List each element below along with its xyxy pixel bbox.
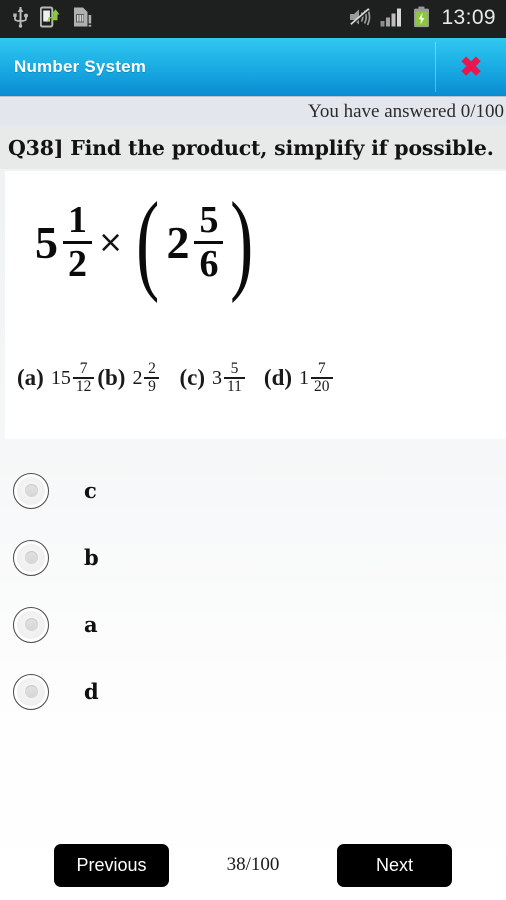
choice-c-numerator: 5 <box>230 360 239 377</box>
choice-a-whole: 15 <box>50 366 71 389</box>
radio-dot-3 <box>24 618 38 631</box>
close-button[interactable]: ✖ <box>436 38 506 96</box>
answer-choice-a: (a) 15 7 12 <box>17 360 95 395</box>
option-row-2[interactable]: b <box>0 524 506 591</box>
right-numerator: 5 <box>199 199 219 242</box>
status-bar: 13:09 <box>0 0 506 38</box>
radio-button-1[interactable] <box>13 472 49 509</box>
choice-c-whole: 3 <box>211 366 222 389</box>
choice-c-denominator: 11 <box>226 377 242 395</box>
choice-c-tag: (c) <box>179 365 205 391</box>
choice-b-value: 2 2 9 <box>132 360 160 395</box>
previous-button[interactable]: Previous <box>54 843 169 887</box>
status-bar-right-icons: 13:09 <box>349 6 496 33</box>
choice-b-denominator: 9 <box>148 377 156 395</box>
question-stem-text: Q38] Find the product, simplify if possi… <box>8 136 494 160</box>
radio-dot-2 <box>24 551 38 564</box>
status-bar-left-icons <box>12 6 92 33</box>
choice-a-fraction: 7 12 <box>72 360 95 395</box>
status-bar-clock: 13:09 <box>441 6 496 29</box>
choice-b-tag: (b) <box>97 365 126 391</box>
choice-c-value: 3 5 11 <box>211 360 245 395</box>
left-numerator: 1 <box>68 199 87 242</box>
answer-choice-b: (b) 2 2 9 <box>97 360 160 395</box>
choice-b-fraction: 2 9 <box>144 360 160 395</box>
answered-count-text: You have answered 0/100 <box>308 100 504 122</box>
left-fraction: 1 2 <box>63 201 92 284</box>
page-title: Number System <box>14 57 147 76</box>
right-whole-number: 2 <box>166 216 190 268</box>
option-label-4: d <box>84 679 99 704</box>
option-label-1: c <box>84 478 97 503</box>
radio-button-2[interactable] <box>13 539 49 576</box>
radio-button-3[interactable] <box>13 606 49 643</box>
choice-d-numerator: 7 <box>317 360 326 377</box>
choice-a-value: 15 7 12 <box>50 360 95 395</box>
bottom-navigation-bar: Previous 38/100 Next <box>0 836 506 900</box>
title-bar: Number System ✖ <box>0 38 506 96</box>
next-button[interactable]: Next <box>337 843 452 887</box>
answer-options-list: c b a d <box>0 439 506 836</box>
right-denominator: 6 <box>199 243 219 286</box>
open-paren: ( <box>136 180 160 304</box>
option-row-3[interactable]: a <box>0 591 506 658</box>
answer-choice-c: (c) 3 5 11 <box>179 360 245 395</box>
option-row-4[interactable]: d <box>0 658 506 725</box>
choice-d-fraction: 7 20 <box>311 360 333 395</box>
answer-choices-row: (a) 15 7 12 (b) 2 2 9 (c) 3 5 11 (d) 1 7… <box>17 360 500 395</box>
left-denominator: 2 <box>68 243 87 286</box>
choice-d-value: 1 7 20 <box>299 360 333 395</box>
choice-a-denominator: 12 <box>75 377 92 395</box>
math-expression: 5 1 2 × ( 2 5 6 ) <box>35 180 261 304</box>
choice-b-whole: 2 <box>132 366 143 389</box>
radio-dot-1 <box>24 484 38 497</box>
close-icon: ✖ <box>459 51 483 82</box>
title-divider <box>435 42 436 92</box>
close-paren: ) <box>230 180 254 304</box>
choice-d-denominator: 20 <box>314 377 330 395</box>
question-image-card: 5 1 2 × ( 2 5 6 ) (a) 15 7 12 (b) 2 2 9 … <box>5 171 506 439</box>
option-label-2: b <box>84 545 99 570</box>
option-row-1[interactable]: c <box>0 457 506 524</box>
multiplication-operator: × <box>98 225 124 261</box>
progress-bar: You have answered 0/100 <box>0 96 506 126</box>
choice-d-whole: 1 <box>299 366 310 389</box>
left-whole-number: 5 <box>35 216 58 268</box>
radio-dot-4 <box>24 685 38 698</box>
answer-choice-d: (d) 1 7 20 <box>263 360 333 395</box>
signal-bars-icon <box>380 7 404 32</box>
phone-transfer-icon <box>39 6 60 33</box>
question-stem-container: Q38] Find the product, simplify if possi… <box>0 126 506 169</box>
right-fraction: 5 6 <box>194 199 224 286</box>
usb-icon <box>12 6 29 33</box>
choice-c-fraction: 5 11 <box>223 360 245 395</box>
sd-card-icon <box>71 6 92 33</box>
battery-charging-icon <box>413 6 430 33</box>
radio-button-4[interactable] <box>13 673 49 710</box>
choice-a-numerator: 7 <box>79 360 88 377</box>
option-label-3: a <box>84 612 98 637</box>
choice-a-tag: (a) <box>17 365 44 391</box>
choice-b-numerator: 2 <box>148 360 156 377</box>
choice-d-tag: (d) <box>263 365 293 391</box>
app-window: 13:09 Number System ✖ You have answered … <box>0 0 506 900</box>
mute-icon <box>349 7 371 32</box>
